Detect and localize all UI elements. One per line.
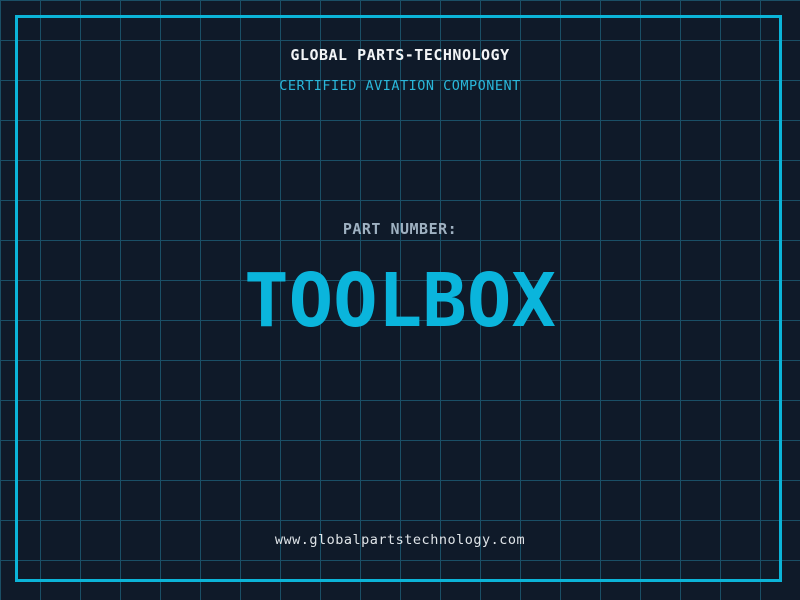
company-name: GLOBAL PARTS-TECHNOLOGY (290, 46, 510, 64)
blueprint-background: GLOBAL PARTS-TECHNOLOGY CERTIFIED AVIATI… (0, 0, 800, 600)
certification-label: CERTIFIED AVIATION COMPONENT (279, 78, 521, 94)
part-number-value: TOOLBOX (244, 258, 556, 344)
website-url: www.globalpartstechnology.com (274, 532, 526, 548)
part-number-label: PART NUMBER: (342, 220, 458, 238)
